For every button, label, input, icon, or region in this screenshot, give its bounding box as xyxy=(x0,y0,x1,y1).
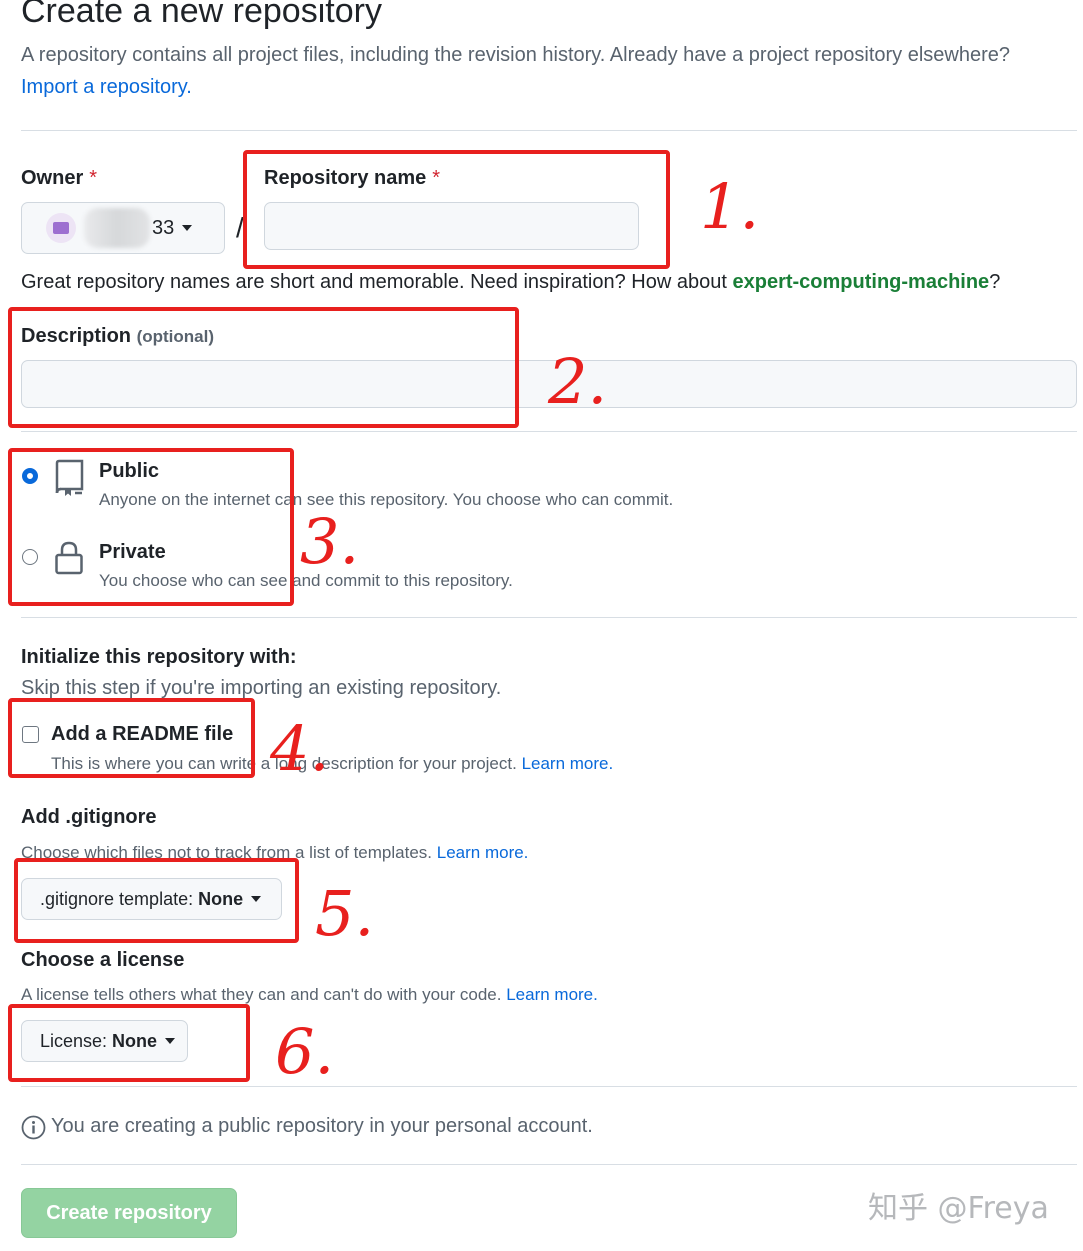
license-heading: Choose a license xyxy=(21,949,185,971)
suggested-name-link[interactable]: expert-computing-machine xyxy=(732,271,989,293)
info-message: You are creating a public repository in … xyxy=(51,1115,593,1137)
annotation-number-2: 2. xyxy=(548,345,608,418)
divider xyxy=(21,617,1077,618)
divider xyxy=(21,1086,1077,1087)
annotation-number-1: 1. xyxy=(700,170,760,243)
owner-select-button[interactable]: 33 xyxy=(21,202,225,254)
annotation-number-6: 6. xyxy=(275,1015,335,1088)
create-repository-button[interactable]: Create repository xyxy=(21,1188,237,1238)
owner-name: 33 xyxy=(152,216,175,239)
divider xyxy=(21,130,1077,131)
annotation-box-4 xyxy=(8,698,255,778)
chevron-down-icon xyxy=(182,225,193,231)
owner-name-redacted xyxy=(84,208,150,248)
annotation-box-5 xyxy=(14,858,299,943)
info-icon xyxy=(21,1115,46,1145)
annotation-box-3 xyxy=(8,448,294,606)
annotation-number-4: 4. xyxy=(270,712,330,785)
annotation-box-2 xyxy=(8,307,519,428)
initialize-note: Skip this step if you're importing an ex… xyxy=(21,677,502,699)
repo-name-hint: Great repository names are short and mem… xyxy=(21,271,1001,293)
divider xyxy=(21,1164,1077,1165)
annotation-number-5: 5. xyxy=(315,877,375,950)
required-mark: * xyxy=(89,167,98,189)
gitignore-learn-more-link[interactable]: Learn more. xyxy=(437,843,529,862)
initialize-heading: Initialize this repository with: xyxy=(21,646,297,668)
license-note: A license tells others what they can and… xyxy=(21,985,598,1004)
gitignore-heading: Add .gitignore xyxy=(21,806,157,828)
avatar xyxy=(46,213,76,243)
annotation-box-1 xyxy=(243,150,670,269)
readme-learn-more-link[interactable]: Learn more. xyxy=(522,754,614,773)
page-subtitle: A repository contains all project files,… xyxy=(21,44,1011,66)
annotation-box-6 xyxy=(8,1004,250,1082)
owner-label: Owner * xyxy=(21,167,98,189)
license-learn-more-link[interactable]: Learn more. xyxy=(506,985,598,1004)
watermark: 知乎 @Freya xyxy=(868,1191,1049,1226)
page-title: Create a new repository xyxy=(21,0,382,30)
divider xyxy=(21,431,1077,432)
import-repository-link[interactable]: Import a repository. xyxy=(21,76,192,99)
annotation-number-3: 3. xyxy=(300,505,360,578)
